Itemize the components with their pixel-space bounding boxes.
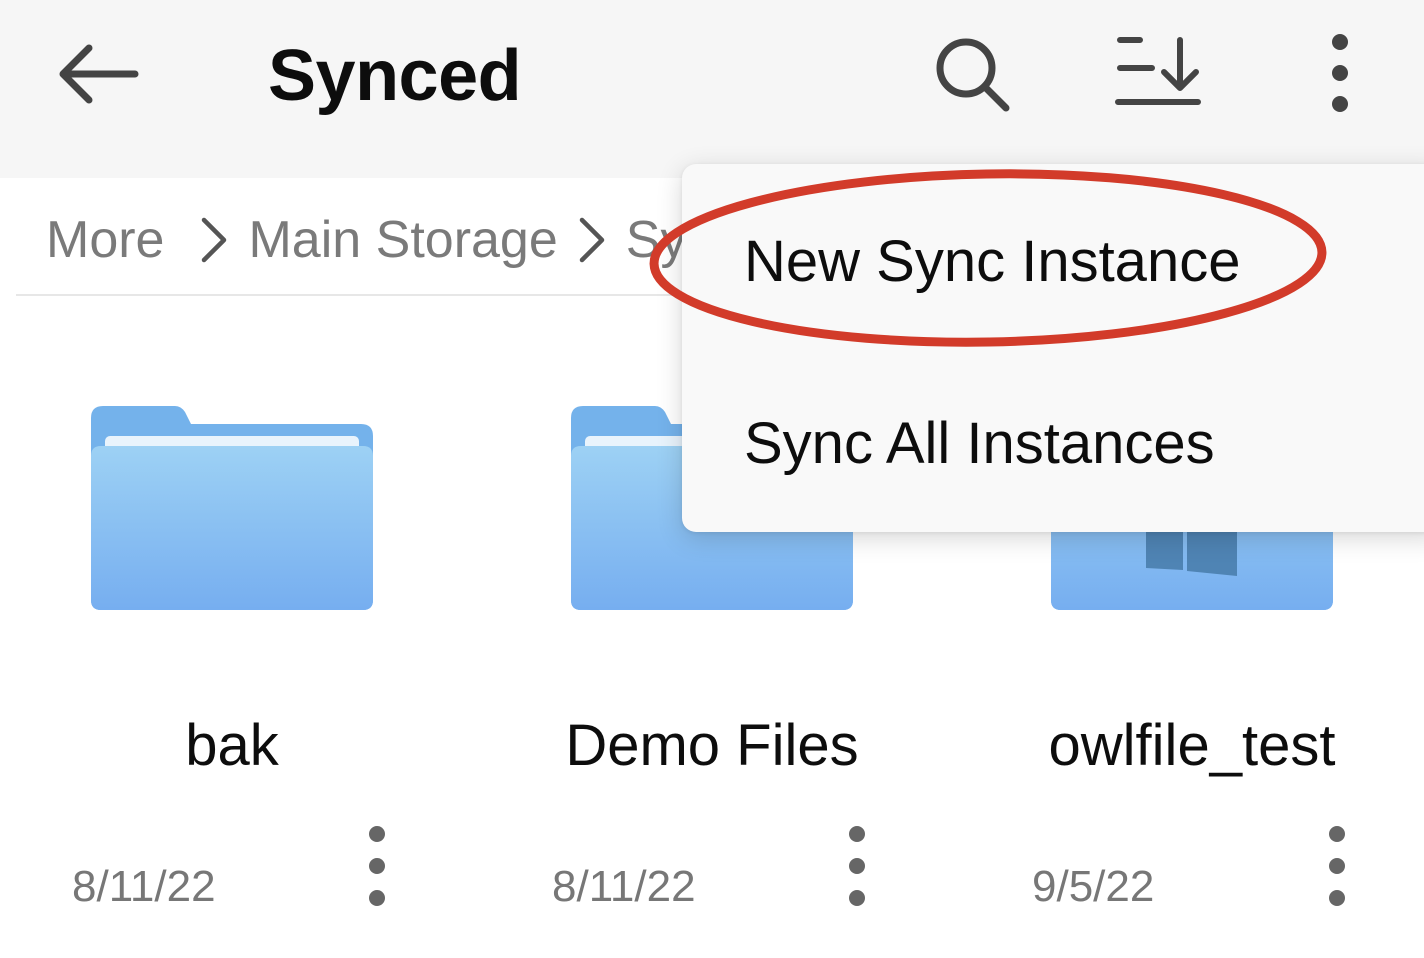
menu-item-sync-all-instances[interactable]: Sync All Instances — [682, 356, 1424, 526]
folder-item[interactable]: bak 8/11/22 — [0, 400, 480, 940]
breadcrumb: More Main Storage Sy — [46, 204, 686, 276]
folder-date: 9/5/22 — [1032, 862, 1155, 911]
more-vert-icon[interactable] — [362, 824, 392, 908]
more-vert-icon — [1332, 34, 1348, 112]
overflow-menu: New Sync Instance Sync All Instances — [682, 164, 1424, 532]
folder-icon — [91, 404, 373, 610]
folder-name: owlfile_test — [1048, 713, 1336, 778]
back-button[interactable] — [55, 40, 141, 110]
search-icon — [936, 38, 1010, 112]
chevron-right-icon — [579, 217, 605, 263]
page-title: Synced — [268, 36, 522, 116]
more-vert-icon[interactable] — [1322, 824, 1352, 908]
menu-item-new-sync-instance[interactable]: New Sync Instance — [682, 172, 1424, 342]
app-bar: Synced — [0, 0, 1424, 178]
search-button[interactable] — [932, 34, 1014, 116]
breadcrumb-item-main-storage[interactable]: Main Storage — [248, 210, 557, 270]
chevron-right-icon — [202, 217, 227, 263]
sort-button[interactable] — [1112, 34, 1204, 116]
menu-item-label: Sync All Instances — [744, 411, 1215, 476]
menu-item-label: New Sync Instance — [744, 229, 1241, 294]
folder-date: 8/11/22 — [552, 862, 696, 911]
back-arrow-icon — [59, 44, 139, 104]
folder-name: bak — [185, 713, 279, 778]
folder-name: Demo Files — [565, 713, 859, 778]
more-vert-icon[interactable] — [842, 824, 872, 908]
sort-download-icon — [1115, 37, 1201, 105]
breadcrumb-item-synced[interactable]: Sy — [626, 210, 687, 270]
more-options-button[interactable] — [1310, 28, 1370, 118]
folder-date: 8/11/22 — [72, 862, 216, 911]
breadcrumb-item-more[interactable]: More — [46, 210, 164, 270]
